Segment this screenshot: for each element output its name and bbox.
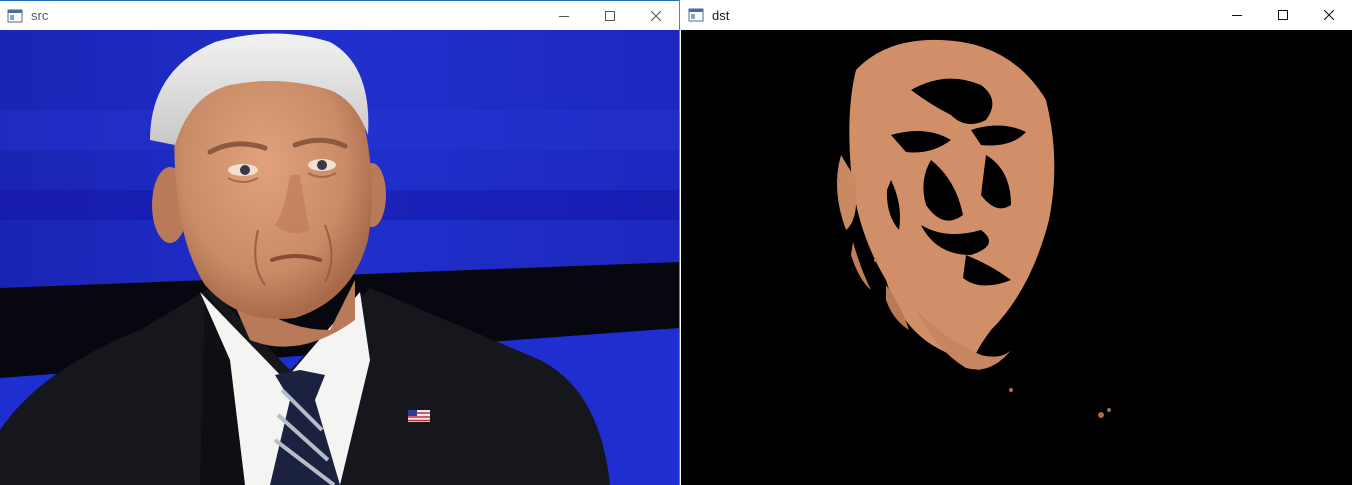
window-controls bbox=[1214, 0, 1352, 30]
minimize-icon bbox=[559, 16, 569, 17]
window-title: src bbox=[31, 8, 49, 23]
minimize-button[interactable] bbox=[541, 1, 587, 31]
close-icon bbox=[1324, 10, 1334, 20]
image-canvas-dst bbox=[681, 30, 1352, 485]
close-button[interactable] bbox=[633, 1, 679, 31]
close-icon bbox=[651, 11, 661, 21]
portrait-image bbox=[0, 30, 679, 485]
app-window-icon bbox=[688, 7, 704, 23]
window-title: dst bbox=[712, 7, 730, 23]
maximize-icon bbox=[605, 11, 615, 21]
app-window-icon bbox=[7, 8, 23, 24]
maximize-button[interactable] bbox=[1260, 0, 1306, 30]
window-src: src bbox=[0, 0, 680, 485]
skin-mask-image bbox=[681, 30, 1352, 485]
minimize-icon bbox=[1232, 15, 1242, 16]
maximize-button[interactable] bbox=[587, 1, 633, 31]
title-bar[interactable]: dst bbox=[681, 0, 1352, 30]
image-canvas-src bbox=[0, 30, 679, 485]
minimize-button[interactable] bbox=[1214, 0, 1260, 30]
window-controls bbox=[541, 1, 679, 31]
maximize-icon bbox=[1278, 10, 1288, 20]
close-button[interactable] bbox=[1306, 0, 1352, 30]
title-bar[interactable]: src bbox=[0, 0, 679, 30]
window-dst: dst bbox=[681, 0, 1352, 485]
